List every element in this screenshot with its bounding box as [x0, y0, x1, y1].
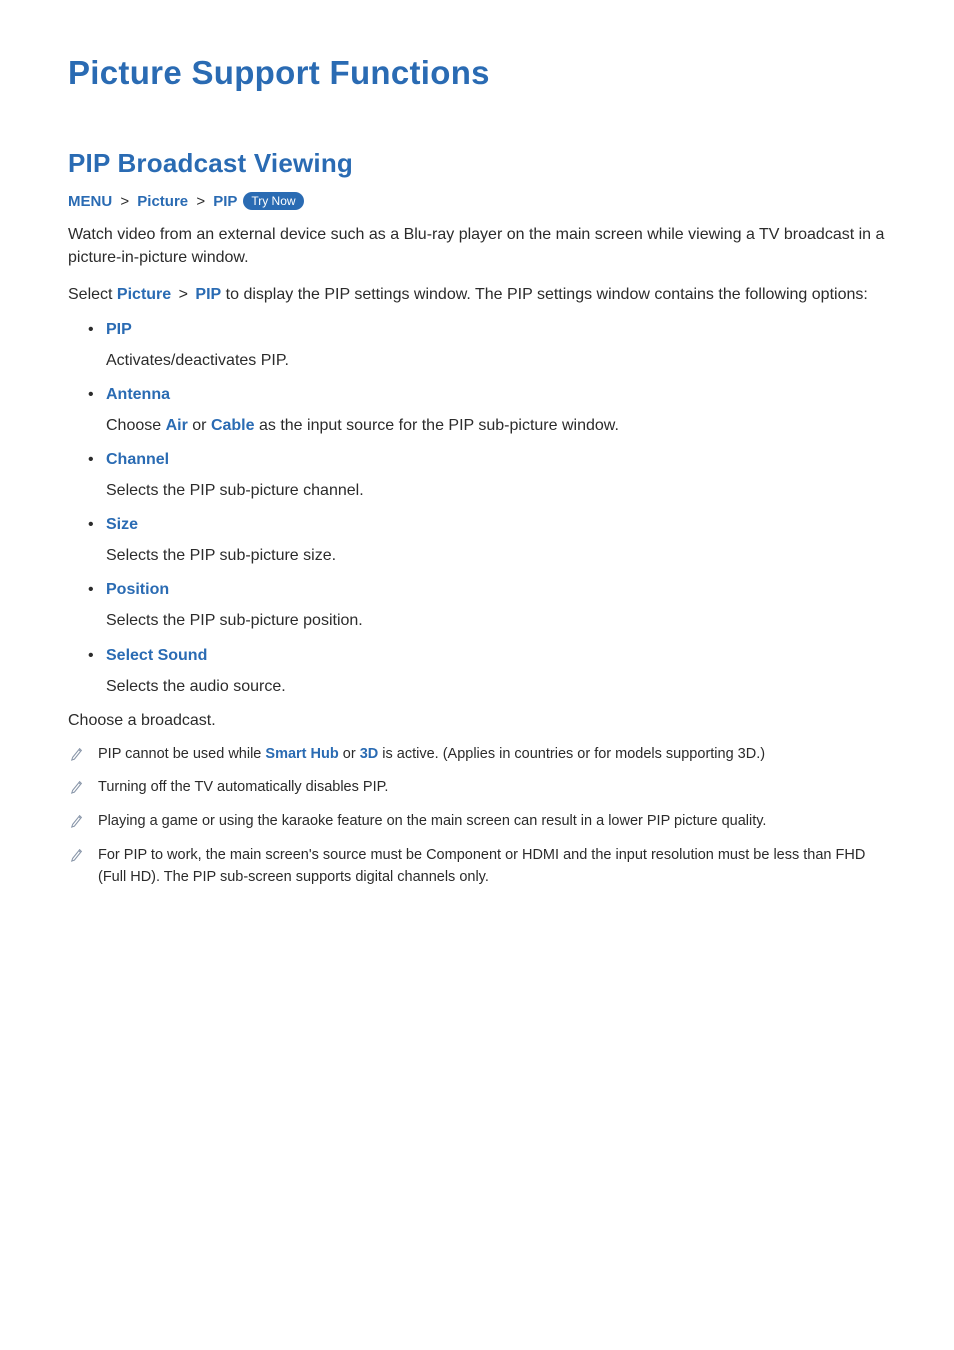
text: or [339, 746, 360, 762]
option-position: Position Selects the PIP sub-picture pos… [92, 581, 892, 632]
options-list: PIP Activates/deactivates PIP. Antenna C… [68, 321, 892, 698]
text: is active. (Applies in countries or for … [378, 746, 765, 762]
pencil-icon [70, 778, 84, 794]
breadcrumb-item-picture: Picture [137, 193, 188, 210]
option-antenna: Antenna Choose Air or Cable as the input… [92, 386, 892, 437]
option-title: Antenna [106, 386, 892, 404]
note-item: Turning off the TV automatically disable… [68, 777, 892, 799]
option-description: Selects the PIP sub-picture size. [106, 547, 336, 564]
option-size: Size Selects the PIP sub-picture size. [92, 516, 892, 567]
intro-paragraph: Watch video from an external device such… [68, 223, 892, 269]
breadcrumb-item-pip: PIP [213, 193, 237, 210]
select-paragraph: Select Picture > PIP to display the PIP … [68, 283, 892, 306]
pencil-icon [70, 846, 84, 862]
keyword-cable: Cable [211, 417, 255, 434]
notes-list: PIP cannot be used while Smart Hub or 3D… [68, 744, 892, 889]
keyword-smart-hub: Smart Hub [265, 746, 338, 762]
keyword-picture: Picture [117, 286, 171, 303]
section-title: PIP Broadcast Viewing [68, 148, 892, 179]
option-description: Selects the PIP sub-picture channel. [106, 482, 364, 499]
after-list-text: Choose a broadcast. [68, 712, 892, 730]
breadcrumb-separator: > [171, 286, 195, 303]
option-description: Selects the audio source. [106, 678, 286, 695]
page-title: Picture Support Functions [68, 54, 892, 92]
pencil-icon [70, 745, 84, 761]
option-title: Position [106, 581, 892, 599]
keyword-3d: 3D [360, 746, 379, 762]
option-title: Select Sound [106, 647, 892, 665]
option-title: Size [106, 516, 892, 534]
option-channel: Channel Selects the PIP sub-picture chan… [92, 451, 892, 502]
option-pip: PIP Activates/deactivates PIP. [92, 321, 892, 372]
note-text: Turning off the TV automatically disable… [98, 777, 388, 799]
option-description: Selects the PIP sub-picture position. [106, 612, 363, 629]
note-text: Playing a game or using the karaoke feat… [98, 811, 766, 833]
document-page: Picture Support Functions PIP Broadcast … [0, 0, 954, 940]
pencil-icon [70, 812, 84, 828]
breadcrumb: MENU > Picture > PIP Try Now [68, 193, 892, 211]
text: to display the PIP settings window. The … [221, 286, 868, 303]
note-text: PIP cannot be used while Smart Hub or 3D… [98, 744, 765, 766]
breadcrumb-separator: > [116, 193, 133, 210]
note-item: Playing a game or using the karaoke feat… [68, 811, 892, 833]
option-title: Channel [106, 451, 892, 469]
keyword-pip: PIP [195, 286, 221, 303]
keyword-air: Air [166, 417, 188, 434]
option-description: Choose Air or Cable as the input source … [106, 417, 619, 434]
option-title: PIP [106, 321, 892, 339]
note-item: For PIP to work, the main screen's sourc… [68, 845, 892, 889]
breadcrumb-item-menu: MENU [68, 193, 112, 210]
note-item: PIP cannot be used while Smart Hub or 3D… [68, 744, 892, 766]
try-now-button[interactable]: Try Now [243, 192, 303, 210]
option-description: Activates/deactivates PIP. [106, 352, 289, 369]
text: as the input source for the PIP sub-pict… [255, 417, 619, 434]
option-select-sound: Select Sound Selects the audio source. [92, 647, 892, 698]
text: Choose [106, 417, 166, 434]
breadcrumb-separator: > [192, 193, 209, 210]
note-text: For PIP to work, the main screen's sourc… [98, 845, 892, 889]
text: Select [68, 286, 117, 303]
text: or [188, 417, 211, 434]
text: PIP cannot be used while [98, 746, 265, 762]
